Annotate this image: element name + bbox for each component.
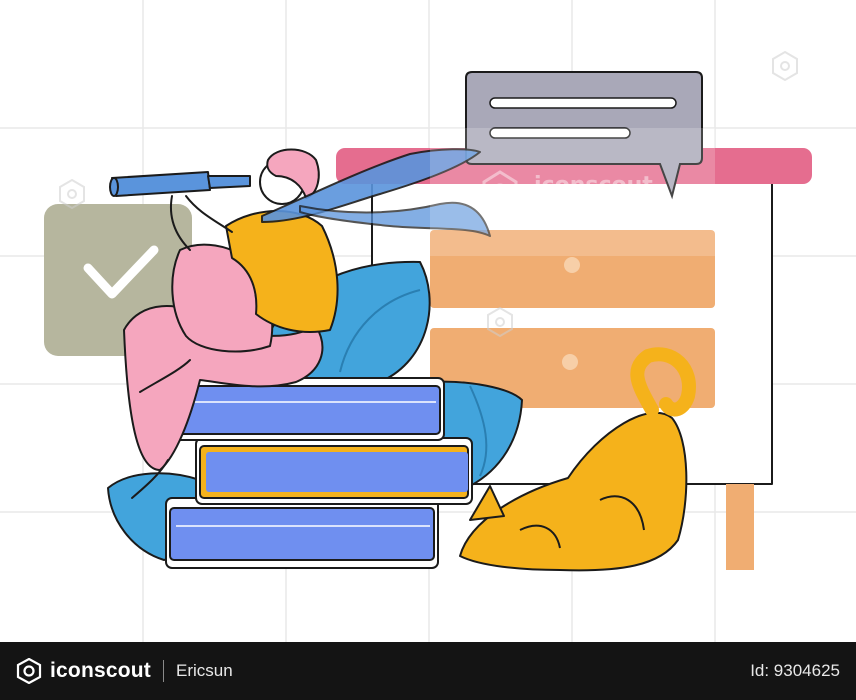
footer-brand-name: iconscout	[50, 659, 151, 682]
footer-brand[interactable]: iconscout	[16, 658, 151, 684]
footer-asset-id: Id: 9304625	[750, 661, 840, 680]
iconscout-logo-icon	[16, 658, 42, 684]
footer-author[interactable]: Ericsun	[176, 661, 233, 681]
footer-bar: iconscout Ericsun Id: 9304625	[0, 642, 856, 700]
telescope-icon	[109, 171, 251, 197]
watermark-author: Ericsun	[536, 200, 587, 216]
illustration-canvas: iconscout Ericsun	[0, 0, 856, 642]
books-icon	[165, 377, 473, 569]
watermark-brand: iconscout	[534, 173, 653, 198]
footer-divider	[162, 660, 164, 682]
